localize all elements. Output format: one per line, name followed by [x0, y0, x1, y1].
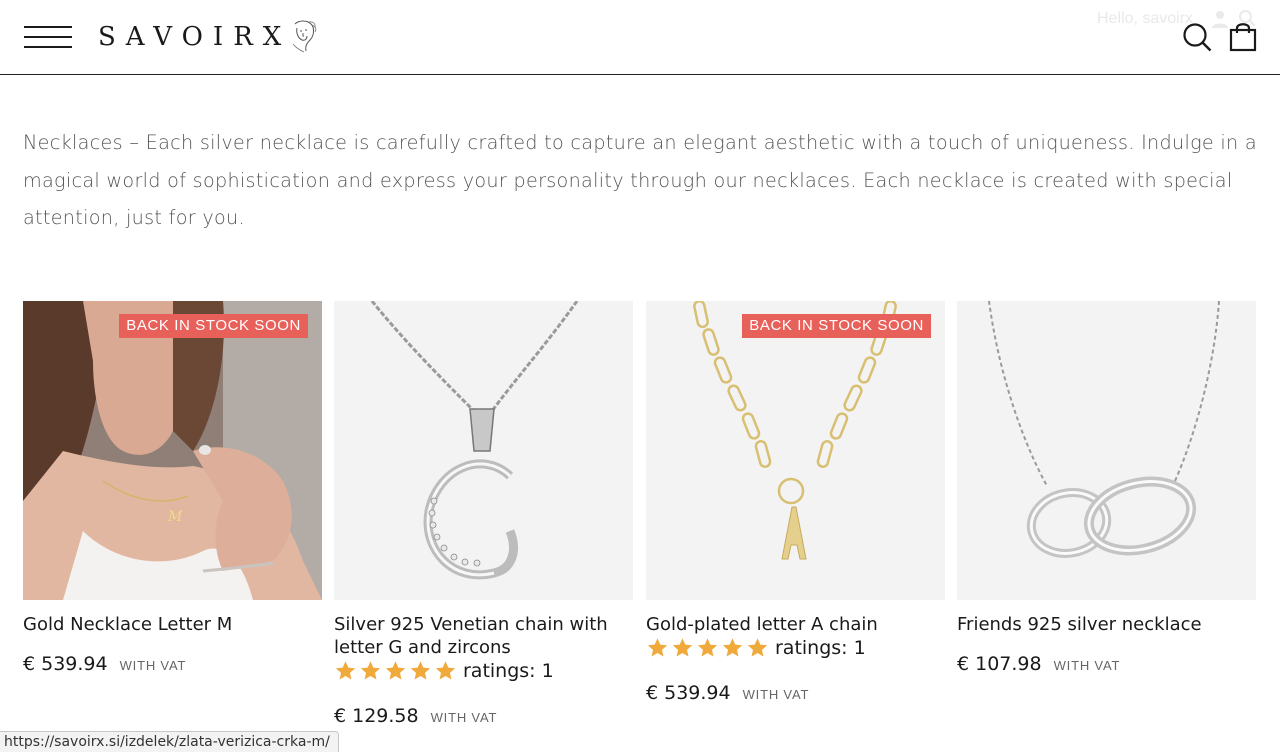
silver-rings-necklace-photo: [957, 301, 1256, 600]
product-card[interactable]: M BACK IN STOCK SOON Gold Necklace Lette…: [23, 301, 322, 675]
vat-label: WITH VAT: [1053, 658, 1121, 673]
price-row: € 539.94 WITH VAT: [23, 653, 186, 675]
vat-label: WITH VAT: [119, 658, 187, 673]
product-image[interactable]: [334, 301, 633, 600]
menu-icon-line: [24, 26, 72, 28]
silver-g-pendant-photo: [334, 301, 633, 600]
menu-icon-line: [24, 46, 72, 48]
rating-stars: [646, 637, 771, 659]
star-icon: [360, 661, 381, 680]
product-price: € 129.58: [334, 705, 419, 727]
product-card[interactable]: Silver 925 Venetian chain with letter G …: [334, 301, 633, 727]
vat-label: WITH VAT: [742, 687, 810, 702]
menu-icon[interactable]: [24, 24, 72, 50]
stock-badge: BACK IN STOCK SOON: [742, 314, 931, 338]
product-price: € 539.94: [23, 653, 108, 675]
woman-necklace-photo: M: [23, 301, 322, 600]
site-header: SAVOIRX Hello, savoirx: [0, 0, 1280, 75]
logo-portrait-icon: [292, 20, 317, 53]
menu-icon-line: [24, 36, 72, 38]
price-row: € 129.58 WITH VAT: [334, 705, 497, 727]
product-image[interactable]: [957, 301, 1256, 600]
shopping-bag-icon[interactable]: [1228, 20, 1258, 52]
product-title[interactable]: Silver 925 Venetian chain with letter G …: [334, 613, 633, 659]
svg-text:M: M: [167, 509, 183, 525]
gold-a-chain-photo: [646, 301, 945, 600]
search-icon[interactable]: [1182, 22, 1212, 52]
site-logo[interactable]: SAVOIRX: [98, 16, 319, 58]
product-price: € 107.98: [957, 653, 1042, 675]
star-icon: [747, 638, 768, 657]
price-row: € 539.94 WITH VAT: [646, 682, 809, 704]
rating-stars: [334, 660, 459, 682]
product-card[interactable]: BACK IN STOCK SOON Gold-plated letter A …: [646, 301, 945, 704]
rating-count: ratings: 1: [463, 660, 554, 682]
category-description: Necklaces – Each silver necklace is care…: [23, 131, 1257, 229]
star-icon: [435, 661, 456, 680]
rating-row: ratings: 1: [334, 660, 554, 682]
star-icon: [335, 661, 356, 680]
star-icon: [385, 661, 406, 680]
product-card[interactable]: Friends 925 silver necklace € 107.98 WIT…: [957, 301, 1256, 675]
user-greeting[interactable]: Hello, savoirx: [1097, 10, 1193, 28]
product-image[interactable]: M BACK IN STOCK SOON: [23, 301, 322, 600]
logo-text: SAVOIRX: [98, 22, 292, 52]
price-row: € 107.98 WITH VAT: [957, 653, 1120, 675]
browser-status-url: https://savoirx.si/izdelek/zlata-verizic…: [0, 731, 339, 752]
rating-count: ratings: 1: [775, 637, 866, 659]
star-icon: [697, 638, 718, 657]
product-image[interactable]: BACK IN STOCK SOON: [646, 301, 945, 600]
vat-label: WITH VAT: [430, 710, 498, 725]
product-title[interactable]: Gold Necklace Letter M: [23, 613, 322, 636]
rating-row: ratings: 1: [646, 637, 866, 659]
star-icon: [672, 638, 693, 657]
product-price: € 539.94: [646, 682, 731, 704]
product-title[interactable]: Friends 925 silver necklace: [957, 613, 1256, 636]
stock-badge: BACK IN STOCK SOON: [119, 314, 308, 338]
product-title[interactable]: Gold-plated letter A chain: [646, 613, 945, 636]
star-icon: [410, 661, 431, 680]
user-icon[interactable]: [1210, 9, 1230, 29]
star-icon: [722, 638, 743, 657]
star-icon: [647, 638, 668, 657]
